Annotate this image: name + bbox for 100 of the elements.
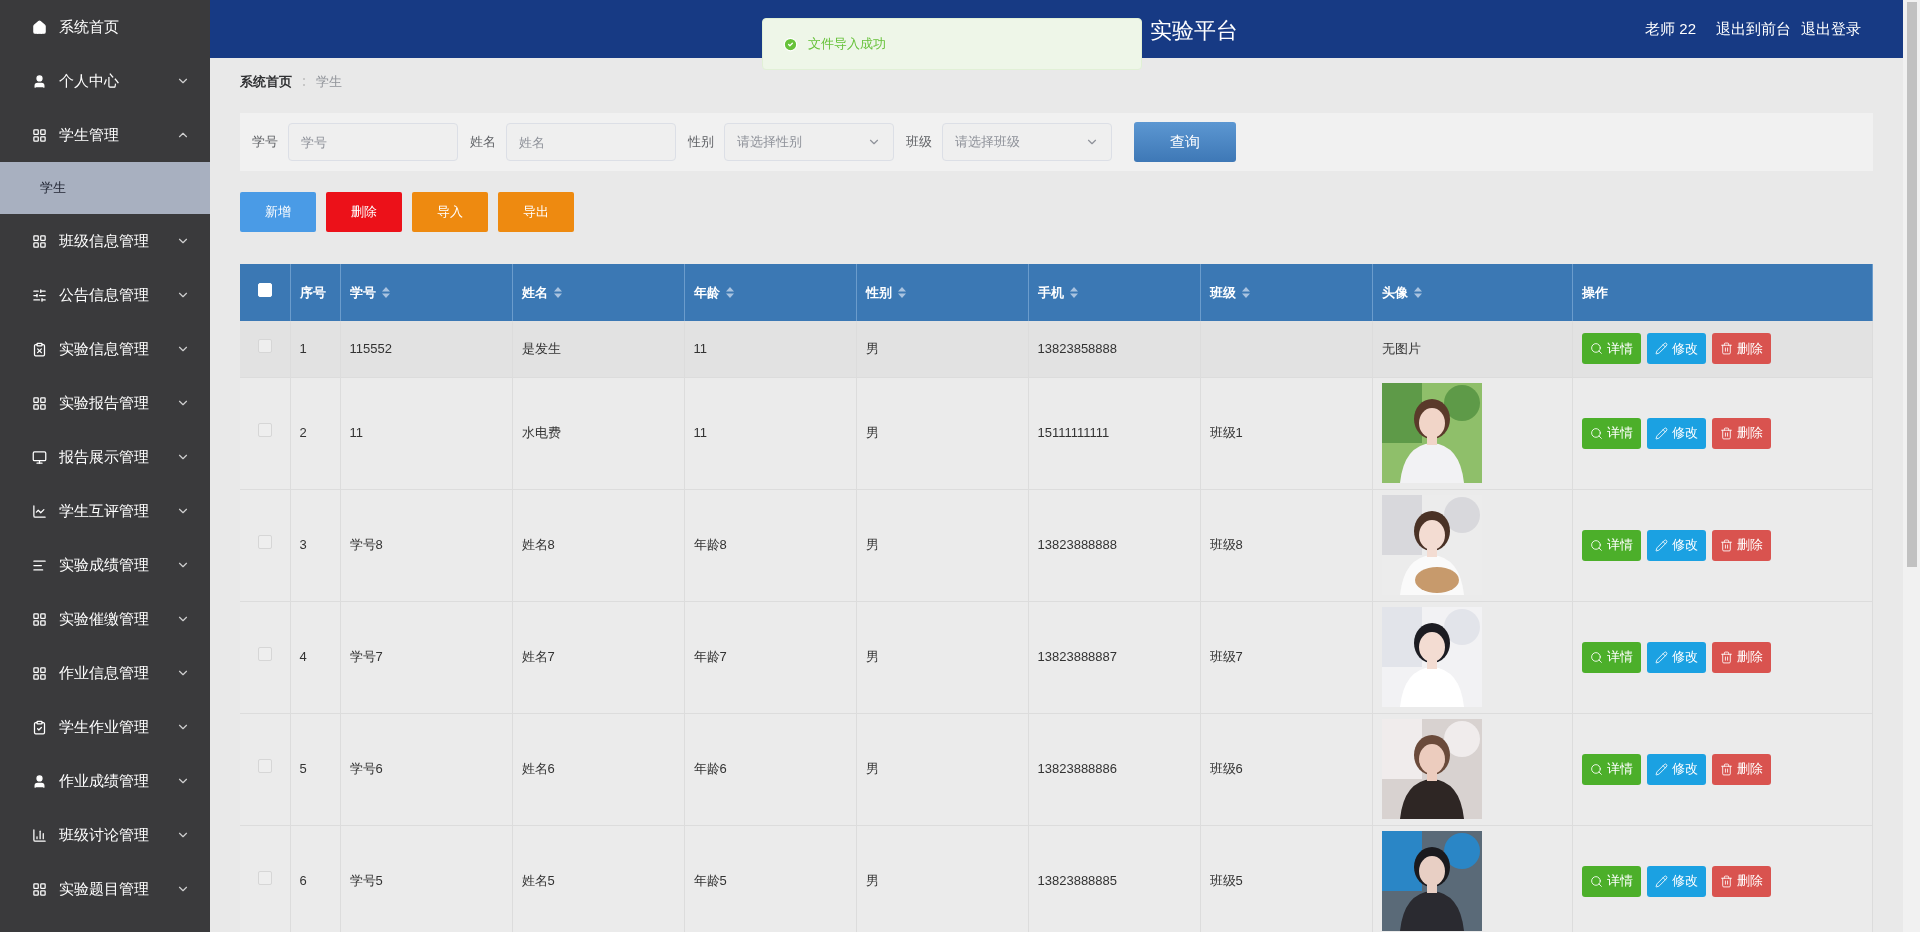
table-cell: 班级8	[1209, 537, 1243, 553]
edit-button[interactable]: 修改	[1646, 865, 1706, 897]
query-button[interactable]: 查询	[1134, 122, 1236, 162]
search-field[interactable]: 学号	[288, 123, 458, 161]
checkbox[interactable]	[257, 339, 272, 353]
view-button[interactable]: 详情	[1581, 865, 1641, 897]
pencil-icon	[1654, 650, 1668, 664]
sidebar-item[interactable]: 班级信息管理	[0, 214, 210, 268]
sort-icon[interactable]	[381, 287, 390, 298]
no-image-text: 无图片	[1381, 341, 1421, 356]
home-icon	[32, 19, 47, 35]
table-cell: 2	[299, 425, 307, 441]
trash-icon	[1719, 874, 1733, 888]
monitor-icon	[32, 449, 47, 465]
edit-button[interactable]: 修改	[1646, 333, 1706, 365]
grid-icon	[32, 127, 47, 143]
delete-button[interactable]: 删除	[1711, 865, 1771, 897]
table-cell: 5	[299, 761, 307, 777]
delete-button[interactable]: 删除	[1711, 333, 1771, 365]
toolbar-button[interactable]: 导出	[498, 192, 574, 232]
view-button[interactable]: 详情	[1581, 641, 1641, 673]
checkbox[interactable]	[257, 647, 272, 662]
search-icon	[1589, 342, 1603, 356]
sidebar-item[interactable]: 实验信息管理	[0, 322, 210, 376]
sort-icon[interactable]	[1413, 287, 1422, 298]
checkbox[interactable]	[257, 871, 272, 886]
table-cell: 4	[299, 649, 307, 665]
trash-icon	[1719, 342, 1733, 356]
checkbox[interactable]	[257, 535, 272, 550]
toolbar-button[interactable]: 删除	[326, 192, 402, 232]
table-cell: 学号6	[349, 761, 383, 777]
toolbar-button[interactable]: 导入	[412, 192, 488, 232]
clipboard-icon	[32, 341, 47, 357]
search-icon	[1589, 538, 1603, 552]
table-cell: 学号5	[349, 873, 383, 889]
select-field[interactable]: 请选择班级	[942, 123, 1112, 161]
scrollbar-thumb[interactable]	[1906, 2, 1917, 567]
delete-button[interactable]: 删除	[1711, 753, 1771, 785]
edit-button[interactable]: 修改	[1646, 529, 1706, 561]
edit-button[interactable]: 修改	[1646, 417, 1706, 449]
separator-icon	[302, 77, 306, 87]
check-circle-icon	[783, 36, 798, 52]
sidebar-subitem[interactable]: 学生	[0, 162, 210, 214]
table-cell: 班级6	[1209, 761, 1243, 777]
table-cell: 年龄7	[693, 649, 727, 665]
table-cell: 115552	[349, 341, 392, 356]
edit-button[interactable]: 修改	[1646, 753, 1706, 785]
delete-button[interactable]: 删除	[1711, 641, 1771, 673]
sidebar-item[interactable]: 实验成绩管理	[0, 538, 210, 592]
table-cell: 班级5	[1209, 873, 1243, 889]
table-cell: 年龄8	[693, 537, 727, 553]
trash-icon	[1719, 538, 1733, 552]
select-field[interactable]: 请选择性别	[724, 123, 894, 161]
sort-icon[interactable]	[1241, 287, 1250, 298]
breadcrumb-item: 学生	[316, 73, 342, 92]
table-cell: 1	[299, 341, 307, 356]
view-button[interactable]: 详情	[1581, 529, 1641, 561]
sort-icon[interactable]	[1069, 287, 1078, 298]
table-cell: 13823888887	[1037, 649, 1118, 665]
checkbox[interactable]	[257, 423, 272, 438]
sidebar-item[interactable]: 班级讨论管理	[0, 808, 210, 862]
sidebar-item[interactable]: 作业成绩管理	[0, 754, 210, 808]
sidebar-item[interactable]: 学生作业管理	[0, 700, 210, 754]
sort-icon[interactable]	[553, 287, 562, 298]
sidebar-item[interactable]: 系统首页	[0, 0, 210, 54]
view-button[interactable]: 详情	[1581, 333, 1641, 365]
sidebar-item[interactable]: 作业信息管理	[0, 646, 210, 700]
header-link[interactable]: 退出到前台	[1716, 17, 1791, 41]
sidebar-item[interactable]: 个人中心	[0, 54, 210, 108]
view-button[interactable]: 详情	[1581, 753, 1641, 785]
sidebar-item[interactable]: 学生互评管理	[0, 484, 210, 538]
trash-icon	[1719, 426, 1733, 440]
checkbox[interactable]	[257, 759, 272, 774]
table-cell: 13823888886	[1037, 761, 1118, 777]
header-link[interactable]: 退出登录	[1801, 17, 1861, 41]
toolbar-button[interactable]: 新增	[240, 192, 316, 232]
table-cell: 学号7	[349, 649, 383, 665]
sidebar-item[interactable]: 实验催缴管理	[0, 592, 210, 646]
sidebar-item[interactable]: 公告信息管理	[0, 268, 210, 322]
sidebar-item[interactable]: 报告展示管理	[0, 430, 210, 484]
delete-button[interactable]: 删除	[1711, 529, 1771, 561]
search-field[interactable]: 姓名	[506, 123, 676, 161]
table-cell: 11	[693, 425, 707, 441]
sidebar-item[interactable]: 实验题目管理	[0, 862, 210, 916]
sidebar-item[interactable]: 实验报告管理	[0, 376, 210, 430]
line-chart-icon	[32, 503, 47, 519]
view-button[interactable]: 详情	[1581, 417, 1641, 449]
table-cell: 男	[865, 873, 879, 889]
search-icon	[1589, 874, 1603, 888]
sidebar-item[interactable]: 学生管理	[0, 108, 210, 162]
delete-button[interactable]: 删除	[1711, 417, 1771, 449]
scrollbar[interactable]	[1903, 0, 1920, 932]
sort-icon[interactable]	[725, 287, 734, 298]
sort-icon[interactable]	[897, 287, 906, 298]
edit-button[interactable]: 修改	[1646, 641, 1706, 673]
grid-icon	[32, 665, 47, 681]
grid-icon	[32, 233, 47, 249]
table-cell: 11	[693, 341, 707, 356]
bar-chart-icon	[32, 827, 47, 843]
breadcrumb-item[interactable]: 系统首页	[240, 72, 292, 92]
